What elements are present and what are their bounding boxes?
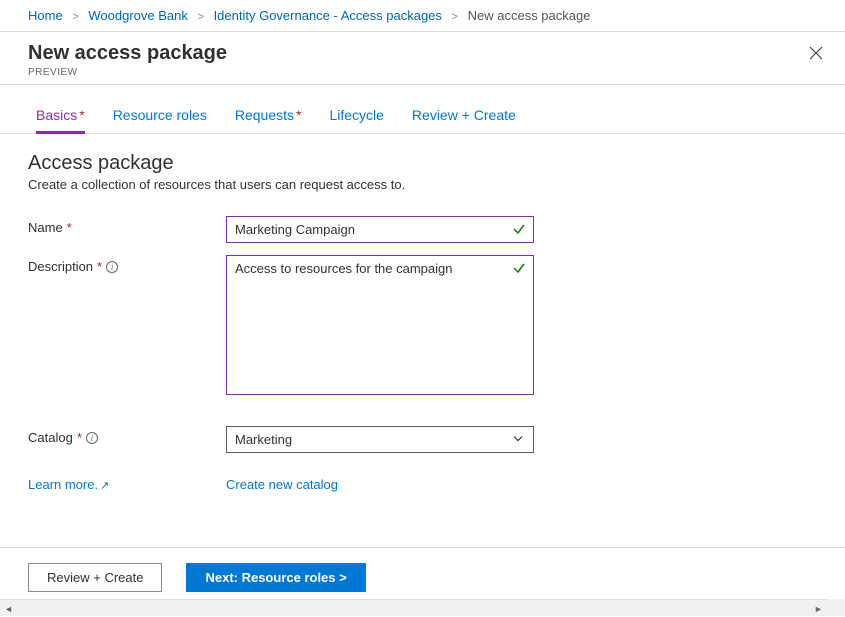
- check-icon: [512, 222, 526, 239]
- chevron-right-icon: >: [198, 11, 204, 23]
- breadcrumb: Home > Woodgrove Bank > Identity Governa…: [0, 0, 845, 32]
- name-label: Name*: [28, 216, 226, 235]
- footer: Review + Create Next: Resource roles >: [0, 563, 845, 592]
- form-row-name: Name*: [0, 210, 845, 249]
- breadcrumb-link-governance[interactable]: Identity Governance - Access packages: [214, 8, 442, 23]
- catalog-label: Catalog* i: [28, 426, 226, 445]
- form-row-description: Description* i Access to resources for t…: [0, 249, 845, 404]
- preview-label: PREVIEW: [28, 67, 227, 78]
- section-title: Access package: [0, 134, 845, 177]
- external-link-icon: ↗: [100, 480, 109, 492]
- tab-review-create[interactable]: Review + Create: [412, 107, 516, 133]
- catalog-select[interactable]: [226, 426, 534, 453]
- info-icon[interactable]: i: [86, 432, 98, 444]
- horizontal-scrollbar[interactable]: ◄ ►: [0, 599, 827, 616]
- required-indicator: *: [296, 107, 301, 123]
- tab-lifecycle[interactable]: Lifecycle: [329, 107, 383, 133]
- page-title: New access package: [28, 42, 227, 65]
- link-row: Learn more.↗ Create new catalog: [0, 459, 845, 492]
- form-row-catalog: Catalog* i: [0, 420, 845, 459]
- learn-more-link[interactable]: Learn more.↗: [28, 477, 109, 492]
- scroll-left-icon[interactable]: ◄: [0, 600, 17, 617]
- chevron-right-icon: >: [452, 11, 458, 23]
- section-subtitle: Create a collection of resources that us…: [0, 177, 845, 210]
- page-header: New access package PREVIEW: [0, 32, 845, 85]
- review-create-button[interactable]: Review + Create: [28, 563, 162, 592]
- breadcrumb-current: New access package: [468, 8, 591, 23]
- check-icon: [512, 261, 526, 278]
- required-indicator: *: [67, 220, 72, 235]
- required-indicator: *: [77, 430, 82, 445]
- next-button[interactable]: Next: Resource roles >: [186, 563, 365, 592]
- create-catalog-link[interactable]: Create new catalog: [226, 477, 338, 492]
- required-indicator: *: [97, 259, 102, 274]
- tab-requests[interactable]: Requests*: [235, 107, 302, 133]
- close-button[interactable]: [805, 42, 827, 69]
- tab-basics[interactable]: Basics*: [36, 107, 85, 134]
- chevron-right-icon: >: [72, 11, 78, 23]
- info-icon[interactable]: i: [106, 261, 118, 273]
- name-input[interactable]: [226, 216, 534, 243]
- description-label: Description* i: [28, 255, 226, 274]
- scroll-right-icon[interactable]: ►: [810, 600, 827, 617]
- tab-resource-roles[interactable]: Resource roles: [113, 107, 207, 133]
- required-indicator: *: [79, 107, 84, 123]
- tabs: Basics* Resource roles Requests* Lifecyc…: [0, 85, 845, 134]
- breadcrumb-link-home[interactable]: Home: [28, 8, 63, 23]
- description-input[interactable]: Access to resources for the campaign: [226, 255, 534, 395]
- close-icon: [809, 46, 823, 60]
- breadcrumb-link-org[interactable]: Woodgrove Bank: [88, 8, 188, 23]
- scrollbar-corner: [827, 599, 845, 616]
